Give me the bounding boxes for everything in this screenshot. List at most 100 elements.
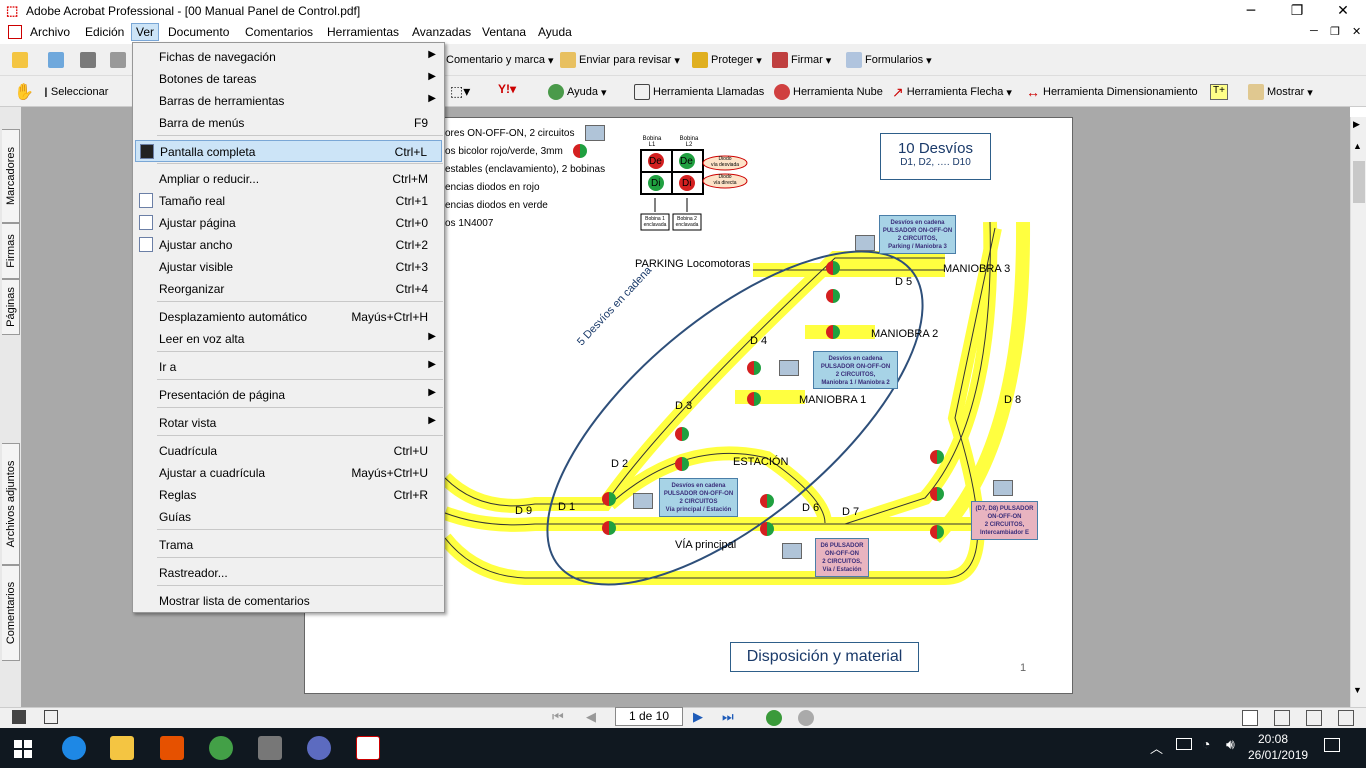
show-button[interactable]: Mostrar ▾: [1248, 82, 1313, 102]
single-page-icon[interactable]: [1242, 710, 1258, 726]
forms-button[interactable]: Formularios ▾: [846, 50, 932, 70]
menu-ayuda[interactable]: Ayuda: [538, 25, 572, 39]
menu-ver[interactable]: Ver: [131, 23, 160, 41]
sign-button[interactable]: Firmar ▾: [772, 50, 831, 70]
organizer-icon[interactable]: [48, 52, 64, 68]
menu-item-reorganizar[interactable]: Reorganizar Ctrl+4: [135, 278, 442, 300]
vertical-scrollbar[interactable]: ▶ ▲ ▼: [1350, 117, 1366, 707]
menu-item-botones-de-tareas[interactable]: Botones de tareas ▶: [135, 68, 442, 90]
edge-icon[interactable]: [62, 736, 86, 760]
cloud-tool-button[interactable]: Herramienta Nube: [774, 82, 883, 102]
chevron-up-icon[interactable]: ︿: [1150, 738, 1163, 757]
doc-restore-button[interactable]: ❐: [1330, 25, 1340, 38]
doc-minimize-button[interactable]: ─: [1310, 25, 1318, 37]
menu-item-barras-de-herramientas[interactable]: Barras de herramientas ▶: [135, 90, 442, 112]
menu-item-rotar-vista[interactable]: Rotar vista ▶: [135, 412, 442, 434]
submenu-arrow-icon: ▶: [428, 387, 436, 398]
facing-icon[interactable]: [1306, 710, 1322, 726]
outlook-icon[interactable]: [160, 736, 184, 760]
menu-item-fichas-de-navegación[interactable]: Fichas de navegación ▶: [135, 46, 442, 68]
menu-item-ampliar-o-reducir[interactable]: Ampliar o reducir... Ctrl+M: [135, 168, 442, 190]
minimize-button[interactable]: ─: [1228, 0, 1274, 22]
menu-item-leer-en-voz-alta[interactable]: Leer en voz alta ▶: [135, 328, 442, 350]
menu-item-ajustar-visible[interactable]: Ajustar visible Ctrl+3: [135, 256, 442, 278]
battery-icon[interactable]: [1176, 738, 1192, 750]
save-icon[interactable]: [80, 52, 96, 68]
menu-item-desplazamiento-automático[interactable]: Desplazamiento automático Mayús+Ctrl+H: [135, 306, 442, 328]
wifi-icon[interactable]: ◔: [1202, 736, 1210, 752]
doc-close-button[interactable]: ✕: [1352, 25, 1361, 38]
menu-item-barra-de-menús[interactable]: Barra de menús F9: [135, 112, 442, 134]
textbox-icon[interactable]: T+: [1210, 84, 1228, 100]
prev-page-icon[interactable]: ◀: [586, 709, 596, 725]
menu-item-ajustar-ancho[interactable]: Ajustar ancho Ctrl+2: [135, 234, 442, 256]
yahoo-icon[interactable]: Y!▾: [498, 82, 516, 96]
back-icon[interactable]: [766, 710, 782, 726]
protect-button[interactable]: Proteger ▾: [692, 50, 762, 70]
menu-ventana[interactable]: Ventana: [482, 25, 526, 39]
menu-item-ir-a[interactable]: Ir a ▶: [135, 356, 442, 378]
tab-paginas[interactable]: Páginas: [2, 279, 20, 335]
calculator-icon[interactable]: [258, 736, 282, 760]
menu-item-cuadrícula[interactable]: Cuadrícula Ctrl+U: [135, 440, 442, 462]
chrome-icon[interactable]: [209, 736, 233, 760]
menu-item-reglas[interactable]: Reglas Ctrl+R: [135, 484, 442, 506]
scroll-up-icon[interactable]: ▲: [1353, 141, 1362, 151]
panel-icon[interactable]: [44, 710, 58, 724]
continuous-icon[interactable]: [1274, 710, 1290, 726]
last-page-icon[interactable]: ⏭: [722, 709, 734, 725]
continuous-facing-icon[interactable]: [1338, 710, 1354, 726]
tab-archivos-adjuntos[interactable]: Archivos adjuntos: [2, 443, 20, 565]
notifications-icon[interactable]: [1324, 738, 1340, 752]
label-d5: D 5: [895, 276, 913, 288]
acrobat-taskbar-icon[interactable]: [356, 736, 380, 760]
menu-documento[interactable]: Documento: [168, 25, 229, 39]
s-app-icon[interactable]: [307, 736, 331, 760]
menu-item-mostrar-lista-de-comentarios[interactable]: Mostrar lista de comentarios: [135, 590, 442, 612]
menu-item-ajustar-página[interactable]: Ajustar página Ctrl+0: [135, 212, 442, 234]
menu-edicion[interactable]: Edición: [85, 25, 124, 39]
menu-item-ajustar-a-cuadrícula[interactable]: Ajustar a cuadrícula Mayús+Ctrl+U: [135, 462, 442, 484]
menu-avanzadas[interactable]: Avanzadas: [412, 25, 471, 39]
explorer-icon[interactable]: [110, 736, 134, 760]
open-icon[interactable]: [12, 52, 28, 68]
help-button[interactable]: Ayuda ▾: [548, 82, 607, 102]
menu-item-pantalla-completa[interactable]: Pantalla completa Ctrl+L: [135, 140, 442, 162]
menu-item-tamaño-real[interactable]: Tamaño real Ctrl+1: [135, 190, 442, 212]
forward-icon[interactable]: [798, 710, 814, 726]
fullscreen-icon[interactable]: [12, 710, 26, 724]
tab-marcadores[interactable]: Marcadores: [2, 129, 20, 223]
callout-tool-button[interactable]: Herramienta Llamadas: [634, 82, 764, 102]
zoom-icon[interactable]: ⬚▾: [450, 83, 470, 100]
first-page-icon[interactable]: ⏮: [552, 709, 564, 725]
dimension-tool-button[interactable]: ↔ Herramienta Dimensionamiento: [1026, 82, 1198, 102]
menu-herramientas[interactable]: Herramientas: [327, 25, 399, 39]
next-page-icon[interactable]: ▶: [693, 709, 703, 725]
clock[interactable]: 20:08 26/01/2019: [1248, 732, 1308, 762]
scroll-down-icon[interactable]: ▼: [1353, 685, 1362, 695]
status-bar: ⏮ ◀ ▶ ⏭: [0, 707, 1366, 728]
windows-start-icon[interactable]: [14, 740, 32, 758]
scroll-right-icon[interactable]: ▶: [1353, 119, 1360, 130]
tab-comentarios[interactable]: Comentarios: [2, 565, 20, 661]
select-tool-button[interactable]: I Seleccionar: [44, 82, 108, 102]
menu-item-trama[interactable]: Trama: [135, 534, 442, 556]
arrow-tool-button[interactable]: ↗ Herramienta Flecha ▾: [892, 82, 1012, 102]
send-review-button[interactable]: Enviar para revisar ▾: [560, 50, 680, 70]
menu-item-guías[interactable]: Guías: [135, 506, 442, 528]
document-icon: [8, 25, 22, 39]
page-number-field[interactable]: 1 de 10: [615, 707, 683, 726]
menu-item-rastreador[interactable]: Rastreador...: [135, 562, 442, 584]
scroll-thumb[interactable]: [1353, 161, 1365, 203]
hand-icon[interactable]: ✋: [14, 82, 34, 102]
print-icon[interactable]: [110, 52, 126, 68]
menu-item-label: Rastreador...: [159, 566, 228, 580]
volume-icon[interactable]: 🔊︎: [1226, 736, 1235, 753]
close-button[interactable]: ✕: [1320, 0, 1366, 22]
menu-item-presentación-de-página[interactable]: Presentación de página ▶: [135, 384, 442, 406]
tab-firmas[interactable]: Firmas: [2, 223, 20, 279]
comment-markup-button[interactable]: Comentario y marca ▾: [446, 50, 554, 70]
restore-button[interactable]: ❐: [1274, 0, 1320, 22]
menu-comentarios[interactable]: Comentarios: [245, 25, 313, 39]
menu-archivo[interactable]: Archivo: [30, 25, 70, 39]
